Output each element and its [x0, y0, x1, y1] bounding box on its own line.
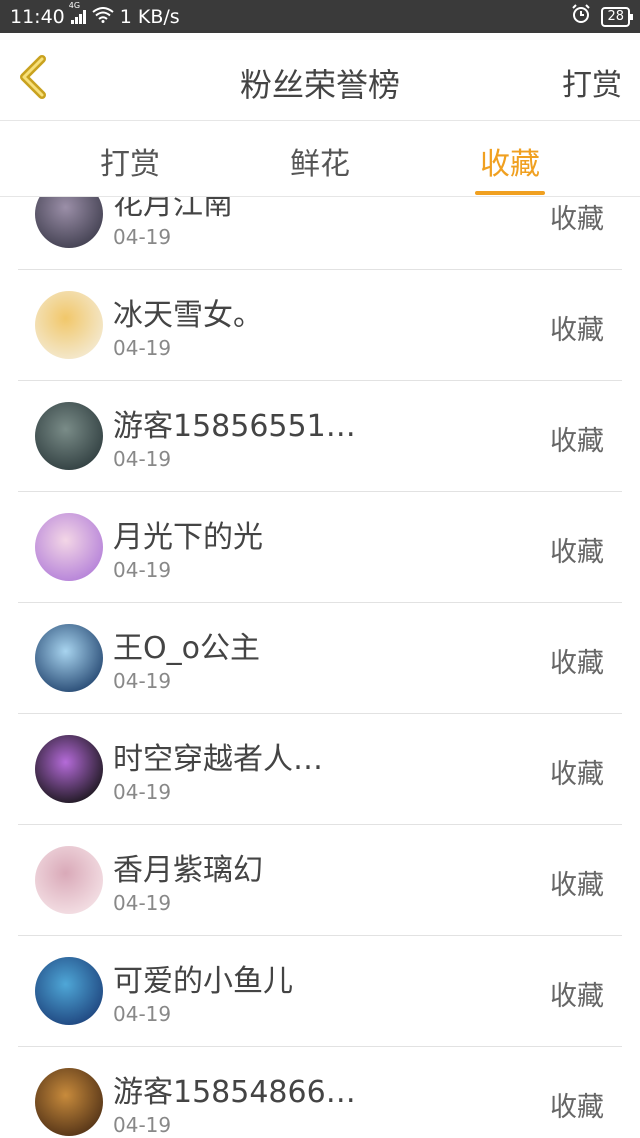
action-type: 收藏 — [550, 759, 604, 790]
avatar — [35, 291, 103, 359]
list-item[interactable]: 王O_o公主 04-19 收藏 — [0, 603, 640, 714]
user-name: 游客15856551… — [113, 409, 356, 444]
action-date: 04-19 — [113, 1113, 172, 1137]
tab-tip[interactable]: 打赏 — [70, 139, 190, 183]
action-date: 04-19 — [113, 780, 172, 804]
status-bar: 11:40 4G 1 KB/s 28 — [0, 0, 640, 33]
user-name: 王O_o公主 — [113, 631, 260, 666]
list-item[interactable]: 游客15856551… 04-19 收藏 — [0, 381, 640, 492]
page-title: 粉丝荣誉榜 — [239, 66, 400, 104]
avatar — [35, 624, 103, 692]
action-date: 04-19 — [113, 558, 172, 582]
tip-button[interactable]: 打赏 — [562, 60, 622, 104]
status-time: 11:40 — [10, 5, 65, 28]
avatar — [35, 735, 103, 803]
action-type: 收藏 — [550, 315, 604, 346]
avatar — [35, 197, 103, 248]
battery-level: 28 — [607, 8, 624, 24]
list-item[interactable]: 游客15854866… 04-19 收藏 — [0, 1047, 640, 1138]
status-left: 11:40 4G 1 KB/s — [10, 1, 180, 28]
tab-favorites[interactable]: 收藏 — [450, 139, 570, 195]
user-name: 游客15854866… — [113, 1075, 356, 1110]
tab-label: 收藏 — [480, 147, 540, 182]
user-name: 花月江南 — [113, 197, 233, 222]
action-type: 收藏 — [550, 426, 604, 457]
list-item[interactable]: 时空穿越者人… 04-19 收藏 — [0, 714, 640, 825]
tab-flowers[interactable]: 鲜花 — [260, 139, 380, 183]
avatar — [35, 846, 103, 914]
action-type: 收藏 — [550, 648, 604, 679]
list-item[interactable]: 月光下的光 04-19 收藏 — [0, 492, 640, 603]
user-name: 可爱的小鱼儿 — [113, 964, 293, 999]
wifi-icon — [92, 6, 114, 28]
nav-bar: 粉丝荣誉榜 打赏 — [0, 33, 640, 121]
tab-label: 鲜花 — [290, 147, 350, 182]
list-item[interactable]: 可爱的小鱼儿 04-19 收藏 — [0, 936, 640, 1047]
action-date: 04-19 — [113, 891, 172, 915]
avatar — [35, 957, 103, 1025]
user-name: 香月紫璃幻 — [113, 853, 263, 888]
signal-icon: 4G — [69, 1, 86, 24]
action-type: 收藏 — [550, 537, 604, 568]
action-type: 收藏 — [550, 1092, 604, 1123]
status-right: 28 — [571, 4, 633, 29]
user-name: 冰天雪女。 — [113, 298, 263, 333]
action-date: 04-19 — [113, 225, 172, 249]
tab-bar: 打赏 鲜花 收藏 — [0, 121, 640, 197]
list-item[interactable]: 花月江南 04-19 收藏 — [0, 197, 640, 270]
action-type: 收藏 — [550, 870, 604, 901]
network-speed: 1 KB/s — [119, 5, 180, 28]
avatar — [35, 402, 103, 470]
network-type: 4G — [68, 0, 81, 10]
battery-icon: 28 — [601, 6, 633, 27]
action-date: 04-19 — [113, 669, 172, 693]
action-date: 04-19 — [113, 447, 172, 471]
list-item[interactable]: 香月紫璃幻 04-19 收藏 — [0, 825, 640, 936]
avatar — [35, 513, 103, 581]
user-name: 时空穿越者人… — [113, 742, 323, 777]
action-date: 04-19 — [113, 336, 172, 360]
list-item[interactable]: 冰天雪女。 04-19 收藏 — [0, 270, 640, 381]
user-name: 月光下的光 — [113, 520, 263, 555]
action-type: 收藏 — [550, 204, 604, 235]
action-date: 04-19 — [113, 1002, 172, 1026]
tab-active-indicator — [475, 191, 545, 195]
action-type: 收藏 — [550, 981, 604, 1012]
avatar — [35, 1068, 103, 1136]
alarm-icon — [571, 4, 591, 29]
tab-label: 打赏 — [100, 147, 160, 182]
fan-list[interactable]: 花月江南 04-19 收藏 冰天雪女。 04-19 收藏 游客15856551…… — [0, 197, 640, 1138]
